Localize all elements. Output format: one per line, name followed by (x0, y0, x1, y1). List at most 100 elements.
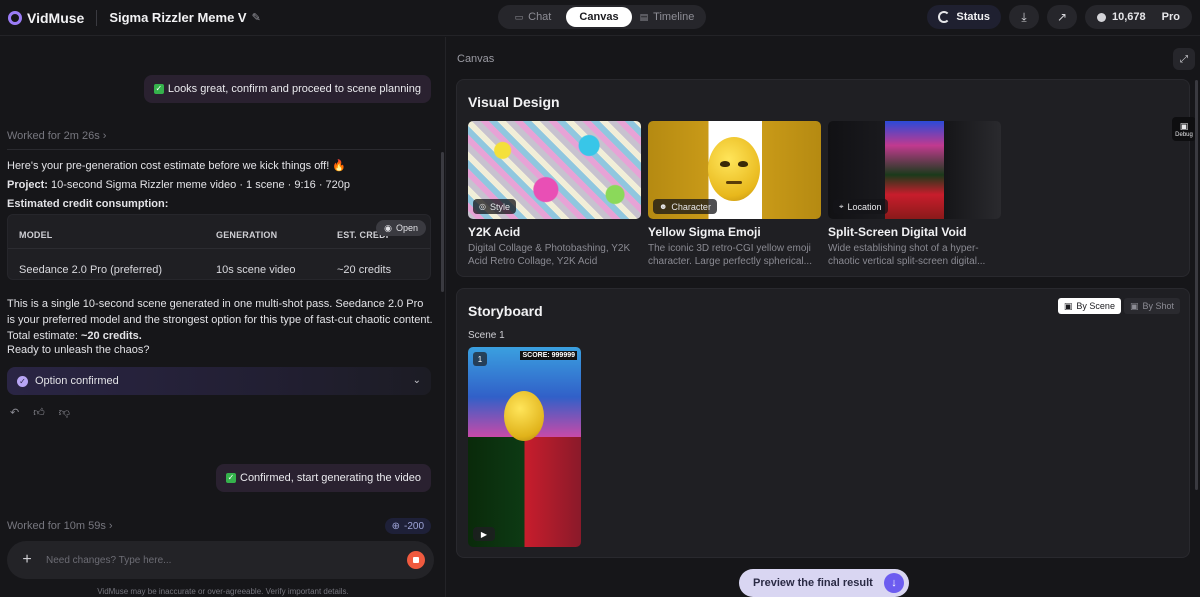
check-mark-icon: ✓ (153, 84, 164, 94)
chat-icon: ▭ (514, 11, 524, 22)
credit-cost-badge: ⊕ -200 (384, 518, 431, 534)
disclaimer: VidMuse may be inaccurate or over-agreea… (97, 587, 349, 596)
play-button[interactable]: ▶ (473, 527, 495, 541)
section-title: Visual Design (468, 94, 560, 110)
by-shot-toggle[interactable]: ▣ By Shot (1123, 298, 1180, 314)
plus-icon: + (22, 551, 32, 568)
location-thumbnail: ⌖ Location (828, 121, 1001, 219)
status-label: Status (956, 11, 990, 23)
open-label: Open (395, 223, 418, 233)
by-scene-toggle[interactable]: ▣ By Scene (1057, 298, 1121, 314)
section-title: Storyboard (468, 303, 543, 319)
arrow-down-icon: ↓ (884, 573, 904, 593)
timeline-icon: ▤ (639, 11, 649, 22)
worked-duration[interactable]: Worked for 10m 59s › (7, 520, 113, 532)
table-cell: 10s scene video (216, 264, 296, 276)
worked-duration-text: Worked for 10m 59s (7, 520, 106, 532)
chevron-down-icon[interactable]: ⌄ (413, 375, 421, 386)
person-icon: ☻ (659, 202, 668, 211)
stop-generation-button[interactable] (407, 551, 425, 569)
style-tag: ◎ Style (473, 199, 516, 214)
storyboard-section: Storyboard ▣ By Scene ▣ By Shot Scene 1 … (456, 288, 1190, 558)
user-message-text: Looks great, confirm and proceed to scen… (167, 83, 421, 95)
eye-icon: ◉ (384, 222, 392, 233)
table-cell: Seedance 2.0 Pro (preferred) (19, 264, 163, 276)
assistant-question: Ready to unleash the chaos? (7, 344, 150, 356)
share-button[interactable]: ↗ (1047, 5, 1077, 29)
expand-canvas-button[interactable]: ⤢ (1173, 48, 1195, 70)
status-button[interactable]: Status (927, 5, 1001, 29)
card-description: The iconic 3D retro-CGI yellow emoji cha… (648, 243, 812, 267)
check-circle-icon: ✓ (17, 375, 28, 387)
estimate-heading: Estimated credit consumption: (7, 198, 169, 210)
option-confirmed-label: Option confirmed (35, 375, 119, 387)
card-description: Wide establishing shot of a hyper-chaoti… (828, 243, 986, 267)
credit-balance: 10,678 (1112, 11, 1146, 23)
emoji-eye (720, 161, 730, 167)
camera-icon: ▣ (1129, 300, 1139, 311)
app-name: VidMuse (27, 9, 85, 26)
worked-duration-text: Worked for 2m 26s (7, 130, 100, 142)
emoji-character-image (708, 137, 760, 201)
canvas-scrollbar[interactable] (1195, 80, 1198, 490)
design-card-location[interactable]: ⌖ Location Split-Screen Digital Void Wid… (828, 121, 1001, 268)
table-header: MODEL (19, 230, 53, 240)
palette-icon: ◎ (479, 202, 486, 211)
chat-input-box: + (7, 541, 434, 579)
credits-pill[interactable]: 10,678 Pro (1085, 5, 1192, 29)
expand-icon: ⤢ (1180, 53, 1188, 65)
app-logo[interactable]: VidMuse (8, 10, 84, 26)
tab-timeline-label: Timeline (653, 11, 695, 23)
design-card-character[interactable]: ☻ Character Yellow Sigma Emoji The iconi… (648, 121, 821, 268)
character-thumbnail: ☻ Character (648, 121, 821, 219)
card-description: Digital Collage & Photobashing, Y2K Acid… (468, 243, 631, 267)
tab-chat[interactable]: ▭ Chat (500, 7, 566, 27)
chevron-right-icon: › (108, 520, 113, 532)
toggle-label: By Shot (1142, 301, 1174, 311)
thumbs-down-icon[interactable]: 👎︎ (59, 406, 70, 419)
download-button[interactable]: ⤓ (1009, 5, 1039, 29)
project-line: Project: 10-second Sigma Rizzler meme vi… (7, 179, 350, 191)
project-value: 10-second Sigma Rizzler meme video · 1 s… (51, 179, 351, 191)
thumbs-up-icon[interactable]: 👍︎ (33, 406, 45, 419)
user-message: ✓ Looks great, confirm and proceed to sc… (143, 75, 431, 103)
tab-canvas[interactable]: Canvas (566, 7, 632, 27)
chat-scrollbar[interactable] (441, 152, 444, 292)
chat-input[interactable] (46, 554, 386, 566)
check-mark-icon: ✓ (226, 473, 236, 483)
emoji-mouth (726, 181, 742, 184)
scene-thumbnail[interactable]: 1 SCORE: 999999 ▶ (468, 347, 581, 547)
scene-icon: ▣ (1063, 300, 1073, 311)
external-link-icon: ↗ (1056, 10, 1068, 24)
score-text: SCORE: 999999 (520, 351, 577, 360)
estimate-summary: This is a single 10-second scene generat… (7, 296, 433, 344)
worked-duration[interactable]: Worked for 2m 26s › (7, 130, 106, 142)
top-right-controls: Status ⤓ ↗ 10,678 Pro (927, 5, 1192, 29)
credit-table: MODEL GENERATION EST. CREDI ◉ Open Seeda… (7, 214, 431, 280)
plan-badge: Pro (1161, 11, 1180, 23)
divider (7, 149, 431, 150)
tag-label: Character (671, 201, 711, 212)
tab-timeline[interactable]: ▤ Timeline (632, 7, 702, 27)
preview-final-button[interactable]: Preview the final result ↓ (739, 569, 909, 597)
open-table-button[interactable]: ◉ Open (376, 220, 426, 236)
design-card-style[interactable]: ◎ Style Y2K Acid Digital Collage & Photo… (468, 121, 641, 268)
add-attachment-button[interactable]: + (16, 549, 38, 571)
view-tabs: ▭ Chat Canvas ▤ Timeline (498, 5, 706, 29)
scene-number-badge: 1 (473, 352, 487, 366)
project-title[interactable]: Sigma Rizzler Meme V (109, 10, 246, 25)
summary-total: ~20 credits. (80, 330, 142, 342)
debug-button[interactable]: ▣ Debug (1172, 117, 1196, 141)
option-confirmed-bar[interactable]: ✓ Option confirmed ⌄ (7, 367, 431, 395)
download-icon: ⤓ (1021, 9, 1027, 24)
edit-title-icon[interactable]: ✎ (252, 11, 261, 24)
summary-text: This is a single 10-second scene generat… (7, 298, 433, 342)
undo-icon[interactable]: ↶ (10, 406, 19, 419)
tag-label: Style (489, 201, 510, 212)
chevron-right-icon: › (102, 130, 107, 142)
credit-coin-icon (1097, 12, 1106, 22)
tag-label: Location (847, 201, 882, 212)
character-tag: ☻ Character (653, 199, 717, 214)
vidmuse-logo-icon (8, 10, 22, 25)
message-actions: ↶ 👍︎ 👎︎ (10, 406, 70, 419)
